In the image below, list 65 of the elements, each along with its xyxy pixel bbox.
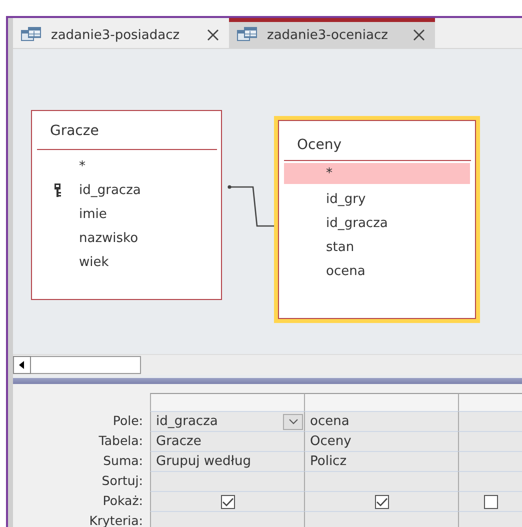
grid-cell[interactable]: Oceny — [304, 431, 458, 451]
field-name[interactable]: wiek — [79, 254, 109, 270]
table-title: Gracze — [49, 122, 100, 141]
table-title: Oceny — [296, 136, 342, 155]
grid-cell[interactable] — [458, 411, 522, 431]
document-tab[interactable]: zadanie3-oceniacz — [229, 18, 435, 48]
field-row[interactable]: stan — [284, 235, 470, 259]
grid-cell[interactable] — [458, 511, 522, 527]
column-selector[interactable] — [458, 393, 522, 411]
field-row[interactable]: imie — [37, 202, 216, 226]
column-selector[interactable] — [150, 393, 304, 411]
grid-cell[interactable] — [304, 491, 458, 511]
field-row[interactable]: id_gry — [284, 187, 470, 211]
checkbox[interactable] — [220, 494, 234, 508]
grid-cell[interactable] — [304, 511, 458, 527]
tab-label[interactable]: zadanie3-posiadacz — [51, 28, 197, 42]
document-tab[interactable]: zadanie3-posiadacz — [13, 18, 229, 48]
table-icon — [237, 26, 257, 44]
grid-cell[interactable] — [458, 451, 522, 471]
table-box[interactable]: Gracze * id_gracza imie nazwisko wiek — [31, 110, 222, 300]
grid-cell[interactable] — [458, 471, 522, 491]
grid-cell[interactable] — [150, 511, 304, 527]
field-name[interactable]: ocena — [326, 264, 366, 278]
field-name[interactable]: id_gracza — [326, 216, 388, 230]
dropdown-button[interactable] — [283, 414, 303, 430]
close-icon[interactable] — [413, 29, 425, 41]
grid-cell[interactable] — [304, 471, 458, 491]
row-label: Sortuj: — [100, 472, 144, 490]
checkbox[interactable] — [374, 494, 388, 508]
field-name[interactable]: * — [326, 166, 332, 181]
row-label: Tabela: — [98, 432, 144, 450]
tab-label[interactable]: zadanie3-oceniacz — [267, 28, 403, 42]
field-name[interactable]: stan — [326, 240, 354, 254]
grid-cell[interactable]: Grupuj według — [150, 451, 304, 471]
field-row[interactable]: nazwisko — [37, 226, 216, 250]
grid-cell[interactable]: Policz — [304, 451, 458, 471]
field-row[interactable]: ocena — [284, 259, 470, 283]
column-selector[interactable] — [304, 393, 458, 411]
field-name[interactable]: * — [79, 158, 86, 174]
table-icon — [21, 26, 41, 44]
left-arrow-icon — [19, 361, 25, 369]
field-name[interactable]: id_gry — [326, 192, 366, 206]
row-label: Pokaż: — [102, 492, 144, 510]
field-row[interactable]: id_gracza — [37, 178, 216, 202]
field-name[interactable]: id_gracza — [79, 182, 141, 198]
scroll-left-button[interactable] — [13, 356, 31, 374]
grid-cell[interactable]: id_gracza — [150, 411, 304, 431]
row-label: Pole: — [112, 412, 144, 430]
scrollbar-thumb[interactable] — [31, 356, 141, 374]
field-name[interactable]: nazwisko — [79, 230, 138, 246]
field-row[interactable]: id_gracza — [284, 211, 470, 235]
field-row[interactable]: * — [284, 163, 470, 184]
grid-cell[interactable]: ocena — [304, 411, 458, 431]
close-icon[interactable] — [207, 29, 219, 41]
field-name[interactable]: imie — [79, 206, 107, 222]
grid-cell[interactable] — [150, 491, 304, 511]
grid-cell[interactable] — [150, 471, 304, 491]
chevron-icon — [288, 418, 298, 424]
row-label: Suma: — [102, 452, 144, 470]
grid-cell[interactable] — [458, 491, 522, 511]
grid-cell[interactable] — [458, 431, 522, 451]
checkbox[interactable] — [484, 494, 498, 508]
field-row[interactable]: wiek — [37, 250, 216, 274]
field-row[interactable]: * — [37, 154, 216, 178]
grid-cell[interactable]: Gracze — [150, 431, 304, 451]
